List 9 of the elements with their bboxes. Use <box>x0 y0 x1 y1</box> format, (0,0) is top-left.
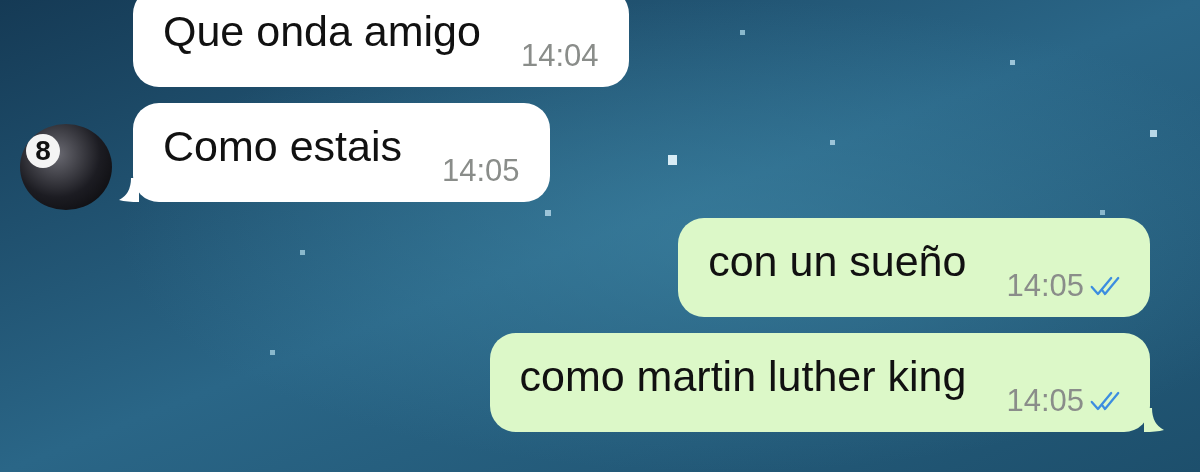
avatar-number: 8 <box>26 134 60 168</box>
message-text: Como estais <box>163 122 402 171</box>
message-time: 14:05 <box>1006 382 1084 419</box>
message-text: como martin luther king <box>519 352 967 401</box>
message-time: 14:04 <box>520 37 599 74</box>
message-time: 14:05 <box>1006 267 1084 304</box>
message-time: 14:05 <box>442 152 520 189</box>
message-text: Que onda amigo <box>163 7 481 56</box>
message-text: con un sueño <box>708 237 967 286</box>
